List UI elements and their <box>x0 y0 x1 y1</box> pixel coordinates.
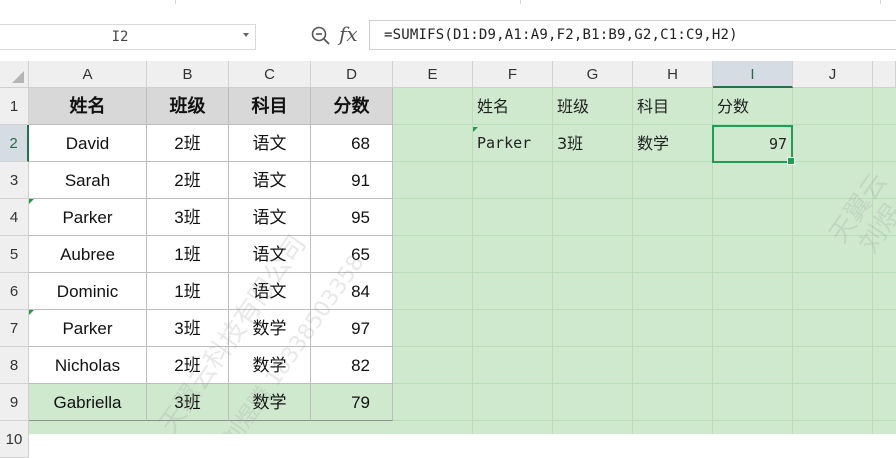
active-cell-i2[interactable]: 97 <box>712 125 795 165</box>
top-strip <box>0 0 896 12</box>
table-cell[interactable]: 2班 <box>147 162 229 199</box>
row-header-8[interactable]: 8 <box>0 347 29 384</box>
tab-divider <box>520 0 521 4</box>
cell-text: Parker <box>62 319 113 338</box>
column-header-h[interactable]: H <box>633 61 713 88</box>
column-header-j[interactable]: J <box>793 61 873 88</box>
table-cell[interactable]: 68 <box>311 125 393 162</box>
table-cell[interactable]: 数学 <box>229 347 311 384</box>
table-cell[interactable]: Aubree <box>29 236 147 273</box>
column-header-e[interactable]: E <box>393 61 473 88</box>
formula-bar: I2 fx =SUMIFS(D1:D9,A1:A9,F2,B1:B9,G2,C1… <box>0 14 896 60</box>
watermark: 天翼云 <box>823 167 894 249</box>
text-number-marker <box>473 127 478 132</box>
active-cell-value: 97 <box>768 135 787 153</box>
table-cell[interactable]: 1班 <box>147 236 229 273</box>
table-cell[interactable]: Parker <box>29 199 147 236</box>
fill-handle[interactable] <box>787 157 795 165</box>
table-cell[interactable]: 3班 <box>147 199 229 236</box>
column-header-g[interactable]: G <box>553 61 633 88</box>
chevron-down-icon[interactable] <box>243 33 249 37</box>
table-cell[interactable]: 97 <box>311 310 393 347</box>
lookup-header-subject[interactable]: 科目 <box>633 88 669 125</box>
text-number-marker <box>29 310 34 315</box>
column-header-d[interactable]: D <box>311 61 393 88</box>
formula-text: =SUMIFS(D1:D9,A1:A9,F2,B1:B9,G2,C1:C9,H2… <box>384 27 738 43</box>
table-cell[interactable]: 语文 <box>229 273 311 310</box>
table-cell[interactable]: 2班 <box>147 347 229 384</box>
row-header-4[interactable]: 4 <box>0 199 29 236</box>
text-number-marker <box>29 199 34 204</box>
spreadsheet-grid: A B C D E F G H I J 1 2 3 4 5 6 7 8 9 10… <box>0 61 896 458</box>
name-box[interactable]: I2 <box>0 24 256 50</box>
table-cell[interactable]: 3班 <box>147 384 229 421</box>
table-cell[interactable]: Parker <box>29 310 147 347</box>
table-cell[interactable]: 3班 <box>147 310 229 347</box>
table-cell[interactable]: Dominic <box>29 273 147 310</box>
column-header-i[interactable]: I <box>713 61 793 88</box>
row-header-2[interactable]: 2 <box>0 125 29 162</box>
table-cell[interactable]: 95 <box>311 199 393 236</box>
table-cell[interactable]: 数学 <box>229 384 311 421</box>
table-header-cell[interactable]: 科目 <box>229 88 311 125</box>
table-cell[interactable]: 91 <box>311 162 393 199</box>
column-header-b[interactable]: B <box>147 61 229 88</box>
lookup-subject-cell[interactable]: 数学 <box>633 125 669 162</box>
table-cell[interactable]: 语文 <box>229 162 311 199</box>
row-header-5[interactable]: 5 <box>0 236 29 273</box>
row-header-6[interactable]: 6 <box>0 273 29 310</box>
select-all-icon <box>12 71 24 83</box>
row-header-3[interactable]: 3 <box>0 162 29 199</box>
cell-text: Parker <box>477 134 532 152</box>
table-cell[interactable]: Sarah <box>29 162 147 199</box>
name-box-value: I2 <box>111 29 129 45</box>
row-header-7[interactable]: 7 <box>0 310 29 347</box>
table-cell[interactable]: Nicholas <box>29 347 147 384</box>
tab-divider <box>175 0 176 4</box>
table-cell[interactable]: 语文 <box>229 236 311 273</box>
row-header-10[interactable]: 10 <box>0 421 29 458</box>
lookup-name-cell[interactable]: Parker <box>473 125 531 162</box>
table-cell[interactable]: 1班 <box>147 273 229 310</box>
table-cell[interactable]: 2班 <box>147 125 229 162</box>
table-cell[interactable]: 语文 <box>229 199 311 236</box>
lookup-header-class[interactable]: 班级 <box>553 88 589 125</box>
table-cell[interactable]: 语文 <box>229 125 311 162</box>
table-cell[interactable]: 65 <box>311 236 393 273</box>
column-header-f[interactable]: F <box>473 61 553 88</box>
table-cell[interactable]: 84 <box>311 273 393 310</box>
formula-input[interactable]: =SUMIFS(D1:D9,A1:A9,F2,B1:B9,G2,C1:C9,H2… <box>369 20 896 50</box>
cell-text: Parker <box>62 208 113 227</box>
table-header-cell[interactable]: 姓名 <box>29 88 147 125</box>
row-header-9[interactable]: 9 <box>0 384 29 421</box>
table-cell[interactable]: Gabriella <box>29 384 147 421</box>
table-cell[interactable]: David <box>29 125 147 162</box>
tab-divider <box>880 0 881 4</box>
lookup-header-score[interactable]: 分数 <box>713 88 749 125</box>
fx-icon[interactable]: fx <box>339 22 358 46</box>
table-header-cell[interactable]: 分数 <box>311 88 393 125</box>
table-cell[interactable]: 79 <box>311 384 393 421</box>
lookup-class-cell[interactable]: 3班 <box>553 125 583 162</box>
zoom-icon[interactable] <box>311 26 331 46</box>
select-all-corner[interactable] <box>0 61 29 88</box>
table-header-cell[interactable]: 班级 <box>147 88 229 125</box>
row-header-1[interactable]: 1 <box>0 88 29 125</box>
column-header-k[interactable] <box>873 61 896 88</box>
table-cell[interactable]: 82 <box>311 347 393 384</box>
data-table: 姓名 班级 科目 分数 David 2班 语文 68 Sarah 2班 语文 9… <box>29 88 393 421</box>
lookup-header-name[interactable]: 姓名 <box>473 88 509 125</box>
column-header-c[interactable]: C <box>229 61 311 88</box>
table-cell[interactable]: 数学 <box>229 310 311 347</box>
sheet-area[interactable]: 姓名 班级 科目 分数 David 2班 语文 68 Sarah 2班 语文 9… <box>29 88 896 434</box>
column-header-a[interactable]: A <box>29 61 147 88</box>
